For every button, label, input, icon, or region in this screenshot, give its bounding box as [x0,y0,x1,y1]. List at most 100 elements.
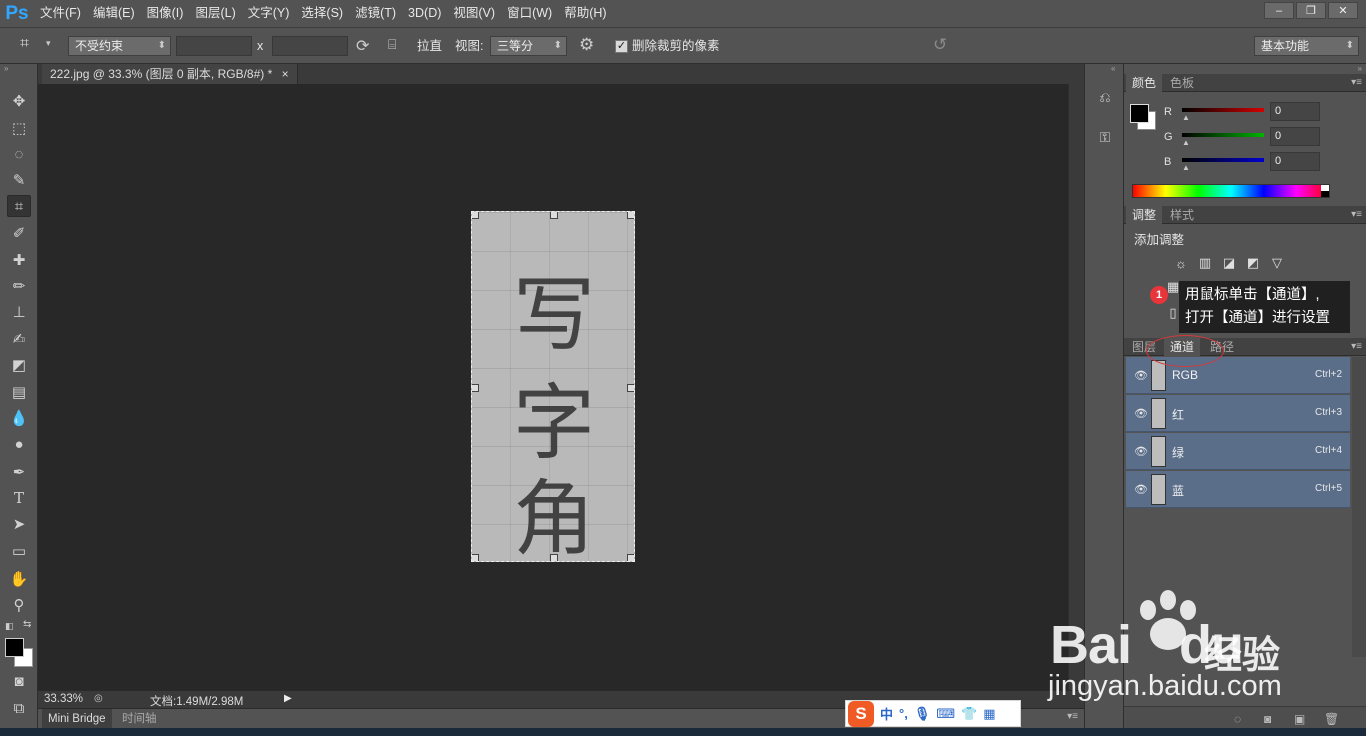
toolbox-icon[interactable]: ▦ [983,706,995,722]
reset-icon[interactable]: ↺ [933,35,947,55]
crop-handle-r[interactable] [627,384,634,392]
blue-track[interactable] [1182,158,1264,162]
green-thumb-icon[interactable]: ▲ [1182,138,1190,147]
menu-view[interactable]: 视图(V) [447,0,501,27]
close-tab-icon[interactable]: × [282,67,289,81]
channel-row-green[interactable]: 👁 绿 Ctrl+4 [1126,433,1350,470]
healing-brush-tool-icon[interactable]: ✚ [7,249,31,271]
restore-button[interactable]: ❐ [1296,2,1326,19]
curves-icon[interactable]: ◪ [1220,254,1238,272]
lasso-tool-icon[interactable]: ◌ [7,143,31,165]
color-fg-swatch[interactable] [1130,104,1149,123]
pen-tool-icon[interactable]: ✒ [7,461,31,483]
history-brush-tool-icon[interactable]: ✍ [7,328,31,350]
menu-3d[interactable]: 3D(D) [402,0,447,27]
menu-edit[interactable]: 编辑(E) [87,0,141,27]
preset-dropdown-icon[interactable]: ▾ [46,38,51,49]
save-selection-icon[interactable]: ◙ [1264,712,1271,726]
image-canvas[interactable]: 写 字 角 [471,211,635,562]
menu-layer[interactable]: 图层(L) [189,0,241,27]
eraser-tool-icon[interactable]: ◩ [7,354,31,376]
height-input[interactable] [272,36,348,56]
straighten-icon[interactable]: ⌸ [388,36,396,53]
panels-collapse-icon[interactable]: » [1358,64,1362,73]
dock-collapse-icon[interactable]: « [1111,64,1115,73]
crop-handle-tr[interactable] [627,212,634,219]
quick-select-tool-icon[interactable]: ✎ [7,169,31,191]
delete-cropped-checkbox[interactable]: ✓ [615,40,628,53]
properties-panel-icon[interactable]: ⚿ [1094,126,1116,148]
foreground-color-swatch[interactable] [5,638,24,657]
spectrum-black-chip[interactable] [1321,191,1329,197]
tab-mini-bridge[interactable]: Mini Bridge [42,709,112,729]
tab-timeline[interactable]: 时间轴 [116,709,163,729]
ratio-select[interactable]: 不受约束 [68,36,171,56]
stamp-tool-icon[interactable]: ⊥ [7,301,31,323]
minimize-button[interactable]: – [1264,2,1294,19]
channel-row-blue[interactable]: 👁 蓝 Ctrl+5 [1126,471,1350,508]
green-value-input[interactable]: 0 [1270,127,1320,146]
channel-row-red[interactable]: 👁 红 Ctrl+3 [1126,395,1350,432]
document-tab[interactable]: 222.jpg @ 33.3% (图层 0 副本, RGB/8#) * × [42,64,298,84]
eyedropper-tool-icon[interactable]: ✐ [7,222,31,244]
menu-file[interactable]: 文件(F) [34,0,87,27]
crop-handle-tl[interactable] [472,212,479,219]
delete-channel-icon[interactable]: 🗑 [1324,712,1339,726]
visibility-eye-icon[interactable]: 👁 [1134,369,1148,382]
adjust-panel-menu-icon[interactable]: ▾≡ [1351,206,1362,224]
dodge-tool-icon[interactable]: ● [7,433,31,455]
blue-value-input[interactable]: 0 [1270,152,1320,171]
quick-mask-icon[interactable]: ◙ [7,670,31,692]
color-panel-menu-icon[interactable]: ▾≡ [1351,74,1362,92]
visibility-eye-icon[interactable]: 👁 [1134,445,1148,458]
crop-handle-t[interactable] [550,212,558,219]
tab-color[interactable]: 颜色 [1126,74,1163,92]
swap-colors-icon[interactable]: ⇆ [23,619,31,630]
zoom-tool-icon[interactable]: ⚲ [7,594,31,616]
color-spectrum-bar[interactable] [1132,184,1330,198]
brush-tool-icon[interactable]: ✏ [7,275,31,297]
panel-menu-icon[interactable]: ▾≡ [1067,711,1078,722]
keyboard-icon[interactable]: ⌨ [936,706,955,722]
microphone-icon[interactable]: 🎙 [914,706,931,722]
crop-tool-icon[interactable]: ⌗ [7,195,31,217]
zoom-level[interactable]: 33.33% [44,693,83,705]
channels-scrollbar[interactable] [1352,357,1366,657]
brightness-contrast-icon[interactable]: ☼ [1172,254,1190,272]
crop-handle-br[interactable] [627,554,634,561]
history-panel-icon[interactable]: ⎌ [1094,86,1116,108]
menu-image[interactable]: 图像(I) [141,0,190,27]
default-colors-icon[interactable]: ◧ [5,621,14,632]
move-tool-icon[interactable]: ✥ [7,90,31,112]
straighten-label[interactable]: 拉直 [417,36,442,56]
screen-mode-icon[interactable]: ⧉ [7,697,31,719]
blue-thumb-icon[interactable]: ▲ [1182,163,1190,172]
type-tool-icon[interactable]: T [7,487,31,509]
menu-help[interactable]: 帮助(H) [558,0,612,27]
view-select[interactable]: 三等分 [490,36,567,56]
exposure-icon[interactable]: ◩ [1244,254,1262,272]
width-input[interactable] [176,36,252,56]
menu-type[interactable]: 文字(Y) [242,0,296,27]
hand-tool-icon[interactable]: ✋ [7,568,31,590]
load-selection-icon[interactable]: ◌ [1234,712,1241,726]
vertical-scrollbar[interactable] [1068,84,1084,690]
status-options-icon[interactable]: ◎ [94,693,103,704]
marquee-tool-icon[interactable]: ⬚ [7,117,31,139]
tab-adjustments[interactable]: 调整 [1126,206,1163,224]
collapse-icon[interactable]: » [4,64,8,73]
gear-icon[interactable]: ⚙ [579,35,594,55]
menu-window[interactable]: 窗口(W) [501,0,558,27]
new-channel-icon[interactable]: ▣ [1294,712,1305,726]
status-menu-arrow-icon[interactable]: ▶ [284,693,292,704]
tab-styles[interactable]: 样式 [1164,206,1200,224]
crop-handle-b[interactable] [550,554,558,561]
menu-select[interactable]: 选择(S) [295,0,349,27]
red-thumb-icon[interactable]: ▲ [1182,113,1190,122]
sogou-logo[interactable]: S [848,700,874,727]
vibrance-icon[interactable]: ▽ [1268,254,1286,272]
rectangle-tool-icon[interactable]: ▭ [7,540,31,562]
crop-tool-preset-icon[interactable]: ⌗ [20,35,29,53]
gradient-tool-icon[interactable]: ▤ [7,381,31,403]
menu-filter[interactable]: 滤镜(T) [349,0,402,27]
